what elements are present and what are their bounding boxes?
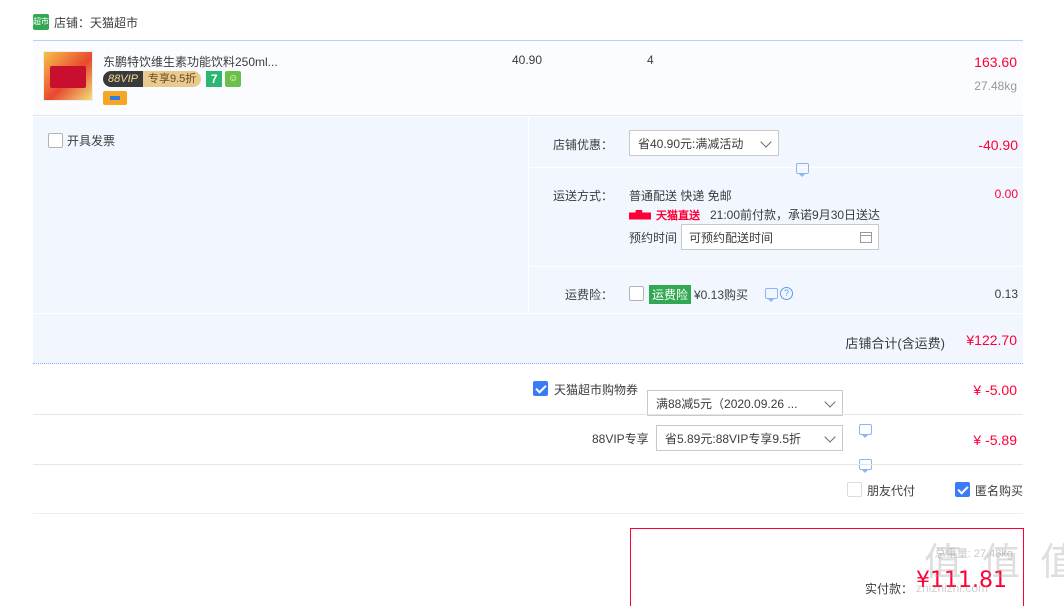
anonymous-checkbox[interactable]	[955, 482, 970, 498]
shipping-amount: 0.00	[994, 187, 1018, 201]
freight-insurance-row: 运费险： 运费险 ¥0.13购买 ? 0.13	[529, 267, 1024, 312]
card-icon	[103, 91, 127, 105]
shop-total-row: 店铺合计(含运费) ¥122.70	[33, 313, 1023, 364]
chevron-down-icon	[760, 136, 772, 148]
reserve-time-input[interactable]: 可预约配送时间	[681, 224, 879, 250]
friend-pay-label: 朋友代付	[867, 484, 916, 498]
shop-name[interactable]: 店铺：天猫超市	[54, 14, 138, 31]
coupon-label: 天猫超市购物券	[554, 383, 639, 397]
chat-icon[interactable]	[765, 288, 778, 302]
tmall-direct-line: 天猫直送 21:00前付款，承诺9月30日送达	[629, 206, 880, 223]
invoice-section: 开具发票	[33, 117, 528, 312]
calendar-icon[interactable]	[860, 232, 872, 243]
shipping-method: 普通配送 快递 免邮	[629, 189, 732, 203]
shop-discount-amount: -40.90	[978, 137, 1018, 153]
vip-88-label: 88VIP	[103, 71, 143, 87]
friend-pay-checkbox[interactable]	[847, 482, 862, 497]
shop-total-amount: ¥122.70	[966, 332, 1017, 348]
coupon-row: 天猫超市购物券 满88减5元（2020.09.26 ... ¥ -5.00	[33, 365, 1023, 439]
chevron-down-icon	[824, 396, 836, 408]
coupon-checkbox[interactable]	[533, 381, 548, 397]
item-subtotal: 163.60	[974, 54, 1017, 70]
vip-badge: 88VIP 专享9.5折 7 ☺	[103, 71, 242, 87]
vip-discount-label: 专享9.5折	[142, 71, 202, 87]
tmall-direct-icon	[629, 209, 651, 220]
divider	[33, 513, 1023, 514]
pay-options-row: 朋友代付 匿名购买	[33, 465, 1023, 513]
shop-discount-label: 店铺优惠：	[553, 138, 614, 152]
invoice-checkbox[interactable]	[48, 133, 63, 148]
shop-discount-select[interactable]: 省40.90元:满减活动	[629, 130, 779, 156]
shop-options-section: 店铺优惠： 省40.90元:满减活动 -40.90 运送方式： 普通配送 快递 …	[528, 117, 1024, 312]
item-weight: 27.48kg	[974, 79, 1017, 93]
order-options-panel: 开具发票 店铺优惠： 省40.90元:满减活动 -40.90 运送方式： 普通配…	[33, 117, 1024, 364]
invoice-label: 开具发票	[67, 134, 116, 148]
chevron-down-icon	[824, 431, 836, 443]
site-watermark: 值 值 值 zhizhizhi.com	[906, 525, 1064, 606]
vip-discount-row-label: 88VIP专享	[592, 432, 649, 446]
anonymous-label: 匿名购买	[975, 484, 1024, 498]
seven-icon: 7	[206, 71, 223, 87]
watermark-sub: zhizhizhi.com	[916, 581, 989, 595]
help-icon[interactable]: ?	[780, 287, 793, 300]
shop-total-label: 店铺合计(含运费)	[845, 336, 945, 351]
cart-item-row: 东鹏特饮维生素功能饮料250ml... 88VIP 专享9.5折 7 ☺ 40.…	[33, 40, 1023, 116]
vip-discount-row: 88VIP专享 省5.89元:88VIP专享9.5折 ¥ -5.89	[33, 415, 1023, 473]
reserve-label: 预约时间	[629, 231, 678, 245]
shipping-label: 运送方式：	[553, 189, 614, 203]
tmall-direct-badge: 天猫直送	[629, 207, 700, 223]
item-title[interactable]: 东鹏特饮维生素功能饮料250ml...	[103, 53, 343, 70]
delivery-promise: 21:00前付款，承诺9月30日送达	[710, 208, 881, 222]
unit-price: 40.90	[512, 53, 543, 67]
freight-insurance-price: ¥0.13购买	[694, 288, 749, 302]
watermark-text: 值 值 值	[924, 540, 1064, 584]
quantity: 4	[647, 53, 654, 67]
vip-discount-amount: ¥ -5.89	[973, 432, 1017, 448]
shop-header: 超市 店铺：天猫超市	[33, 12, 138, 32]
freight-insurance-label: 运费险：	[565, 288, 614, 302]
shop-logo-icon: 超市	[33, 14, 49, 30]
coupon-amount: ¥ -5.00	[973, 382, 1017, 398]
freight-insurance-tag: 运费险	[649, 285, 692, 304]
vip-discount-select[interactable]: 省5.89元:88VIP专享9.5折	[656, 425, 843, 451]
shop-discount-row: 店铺优惠： 省40.90元:满减活动 -40.90	[529, 117, 1024, 177]
freight-insurance-checkbox[interactable]	[629, 286, 644, 301]
shipping-row: 运送方式： 普通配送 快递 免邮 天猫直送 21:00前付款，承诺9月30日送达…	[529, 168, 1024, 267]
coupon-select[interactable]: 满88减5元（2020.09.26 ...	[647, 390, 843, 417]
g-icon: ☺	[225, 71, 242, 87]
freight-insurance-amount: 0.13	[994, 287, 1018, 301]
item-thumbnail[interactable]	[43, 51, 93, 101]
